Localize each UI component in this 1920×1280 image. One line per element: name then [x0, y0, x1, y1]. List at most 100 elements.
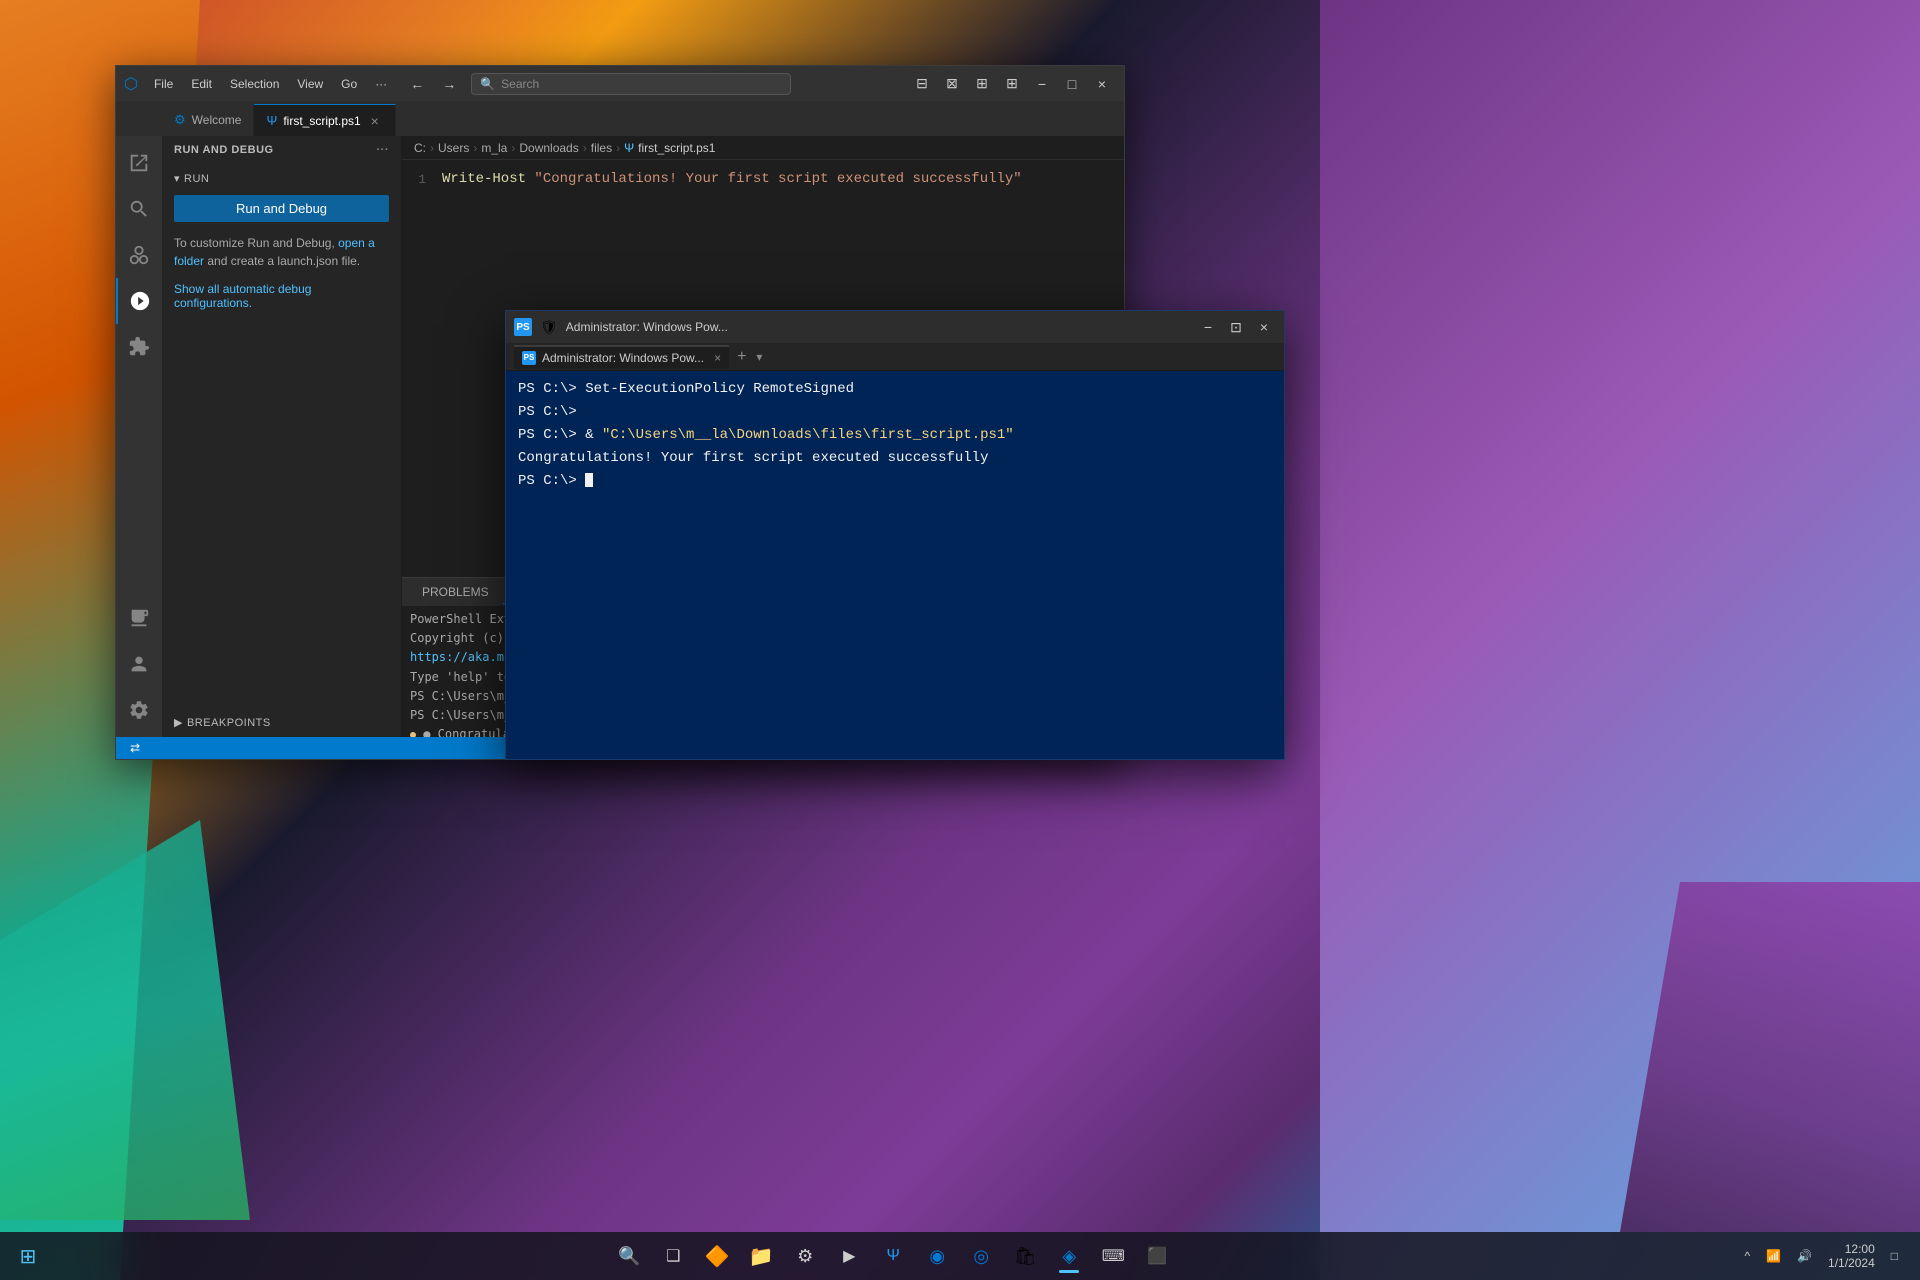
- taskbar-explorer[interactable]: 📁: [741, 1236, 781, 1276]
- taskbar-settings[interactable]: ⚙: [785, 1236, 825, 1276]
- ps-terminal-content[interactable]: PS C:\> Set-ExecutionPolicy RemoteSigned…: [506, 371, 1284, 759]
- breakpoints-label: BREAKPOINTS: [187, 717, 271, 729]
- activity-run[interactable]: [116, 278, 162, 324]
- forward-button[interactable]: →: [435, 72, 463, 96]
- taskbar-edge-orange[interactable]: 🔶: [697, 1236, 737, 1276]
- taskbar-search[interactable]: 🔍: [609, 1236, 649, 1276]
- tab-first-script-label: first_script.ps1: [283, 114, 360, 128]
- ps-active-tab[interactable]: PS Administrator: Windows Pow... ×: [514, 345, 729, 369]
- start-button[interactable]: ⊞: [8, 1236, 48, 1276]
- ps-new-tab-button[interactable]: +: [733, 348, 750, 366]
- breadcrumb: C: › Users › m_la › Downloads › files › …: [402, 136, 1124, 160]
- search-bar[interactable]: 🔍 Search: [471, 73, 791, 95]
- terminal-icon: ▶: [843, 1246, 855, 1266]
- activity-explorer[interactable]: [116, 140, 162, 186]
- edge-icon: ◉: [929, 1246, 945, 1267]
- remote-icon: ⇄: [130, 741, 140, 755]
- store-icon: 🛍: [1014, 1246, 1037, 1267]
- layout-icon[interactable]: ⊞: [968, 72, 996, 96]
- taskbar-store[interactable]: 🛍: [1005, 1236, 1045, 1276]
- ps-amp: &: [585, 427, 602, 443]
- taskbar-cmd[interactable]: ⬛: [1137, 1236, 1177, 1276]
- ps-titlebar: PS 🛡 Administrator: Windows Pow... − ⊡ ×: [506, 311, 1284, 343]
- tab-close-icon[interactable]: ×: [367, 113, 383, 129]
- time-display[interactable]: 12:00 1/1/2024: [1822, 1238, 1881, 1274]
- activity-bar: [116, 136, 162, 737]
- breakpoints-title: ▶ BREAKPOINTS: [174, 716, 389, 729]
- close-button[interactable]: ×: [1088, 72, 1116, 96]
- taskbar-taskview[interactable]: ❑: [653, 1236, 693, 1276]
- ps-line-3: PS C:\> & "C:\Users\m__la\Downloads\file…: [518, 425, 1272, 446]
- taskview-icon: ❑: [666, 1246, 680, 1266]
- split-editor-icon[interactable]: ⊟: [908, 72, 936, 96]
- menu-view[interactable]: View: [289, 73, 331, 95]
- ps-close-button[interactable]: ×: [1252, 317, 1276, 337]
- breadcrumb-files: files: [591, 141, 612, 155]
- sidebar-header: RUN AND DEBUG ···: [162, 136, 401, 164]
- ps-maximize-button[interactable]: ⊡: [1224, 317, 1248, 337]
- customize-layout-icon[interactable]: ⊞: [998, 72, 1026, 96]
- ps-script-path: "C:\Users\m__la\Downloads\files\first_sc…: [602, 427, 1014, 443]
- taskbar-chevron[interactable]: ^: [1738, 1245, 1756, 1267]
- back-button[interactable]: ←: [403, 72, 431, 96]
- ps-tab-close[interactable]: ×: [714, 351, 721, 365]
- activity-terminal[interactable]: [116, 595, 162, 641]
- menu-more[interactable]: ···: [367, 73, 395, 95]
- edge2-icon: ◎: [973, 1246, 989, 1267]
- run-debug-button[interactable]: Run and Debug: [174, 195, 389, 222]
- ps-line-2: PS C:\>: [518, 402, 1272, 423]
- taskbar-keyboard[interactable]: ⌨: [1093, 1236, 1133, 1276]
- taskbar-edge[interactable]: ◉: [917, 1236, 957, 1276]
- volume-icon[interactable]: 🔊: [1791, 1245, 1818, 1267]
- breadcrumb-c: C:: [414, 141, 426, 155]
- sep2: ›: [473, 141, 477, 155]
- notification-icon[interactable]: □: [1885, 1245, 1904, 1267]
- editor-tabs: ⚙ Welcome Ψ first_script.ps1 ×: [116, 101, 1124, 136]
- ps-success-msg: Congratulations! Your first script execu…: [518, 450, 988, 466]
- taskbar-edge2[interactable]: ◎: [961, 1236, 1001, 1276]
- panel-tab-problems[interactable]: PROBLEMS: [410, 581, 501, 603]
- ps-prompt-2: PS C:\>: [518, 404, 577, 420]
- activity-search[interactable]: [116, 186, 162, 232]
- taskbar: ⊞ 🔍 ❑ 🔶 📁 ⚙ ▶ Ψ ◉ ◎ 🛍: [0, 1232, 1920, 1280]
- activity-scm[interactable]: [116, 232, 162, 278]
- show-all-link[interactable]: Show all automatic debug configurations.: [174, 282, 389, 310]
- activity-extensions[interactable]: [116, 324, 162, 370]
- write-host-keyword: Write-Host: [442, 171, 526, 187]
- tab-first-script[interactable]: Ψ first_script.ps1 ×: [254, 104, 395, 136]
- taskbar-ps[interactable]: Ψ: [873, 1236, 913, 1276]
- maximize-button[interactable]: □: [1058, 72, 1086, 96]
- powershell-icon: Ψ: [887, 1247, 900, 1265]
- ps-line-1: PS C:\> Set-ExecutionPolicy RemoteSigned: [518, 379, 1272, 400]
- ps-line-4: Congratulations! Your first script execu…: [518, 448, 1272, 469]
- toggle-panel-icon[interactable]: ⊠: [938, 72, 966, 96]
- chevron-down-icon: ▾: [174, 172, 180, 185]
- tab-welcome-label: Welcome: [192, 113, 242, 127]
- activity-settings[interactable]: [116, 687, 162, 733]
- taskbar-right: ^ 📶 🔊 12:00 1/1/2024 □: [1738, 1238, 1912, 1274]
- ps-tab-chevron[interactable]: ▾: [756, 350, 762, 364]
- ps-minimize-button[interactable]: −: [1196, 317, 1220, 337]
- vscode-logo-icon: ⬡: [124, 74, 138, 94]
- menu-selection[interactable]: Selection: [222, 73, 287, 95]
- ps-prompt-1: PS C:\>: [518, 381, 585, 397]
- activity-account[interactable]: [116, 641, 162, 687]
- search-placeholder: Search: [501, 77, 539, 91]
- ps-line-5: PS C:\>: [518, 471, 1272, 492]
- tab-welcome[interactable]: ⚙ Welcome: [162, 104, 254, 136]
- date: 1/1/2024: [1828, 1256, 1875, 1270]
- status-remote[interactable]: ⇄: [124, 741, 146, 755]
- taskbar-vscode[interactable]: ◈: [1049, 1236, 1089, 1276]
- menu-go[interactable]: Go: [333, 73, 365, 95]
- network-icon[interactable]: 📶: [1760, 1245, 1787, 1267]
- menu-edit[interactable]: Edit: [183, 73, 220, 95]
- taskbar-terminal[interactable]: ▶: [829, 1236, 869, 1276]
- settings-icon[interactable]: ···: [377, 144, 390, 156]
- settings-icon2: ⚙: [797, 1246, 813, 1267]
- taskbar-search-icon: 🔍: [618, 1246, 640, 1267]
- ps-shield-icon: 🛡: [540, 319, 558, 336]
- run-section: ▾ RUN Run and Debug To customize Run and…: [162, 164, 401, 318]
- menu-file[interactable]: File: [146, 73, 181, 95]
- keyboard-icon: ⌨: [1102, 1246, 1125, 1266]
- minimize-button[interactable]: −: [1028, 72, 1056, 96]
